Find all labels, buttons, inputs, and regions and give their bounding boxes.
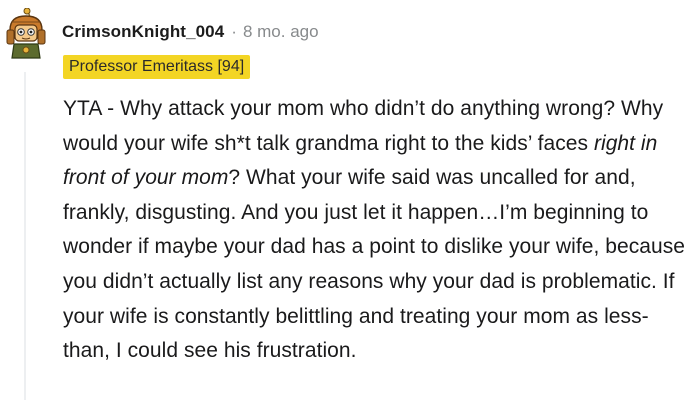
thread-line[interactable] [24,72,26,400]
user-flair: Professor Emeritass [94] [63,55,251,79]
comment-text-end: ? What your wife said was uncalled for a… [63,166,685,363]
username-link[interactable]: CrimsonKnight_004 [62,22,224,42]
comment-body: YTA - Why attack your mom who didn’t do … [63,92,693,369]
comment-text-start: YTA - Why attack your mom who didn’t do … [63,97,664,155]
meta-separator: · [231,22,237,41]
comment-age-link[interactable]: 8 mo. ago [243,22,319,42]
snoo-knight-avatar-icon[interactable] [4,8,48,60]
comment: CrimsonKnight_004 · 8 mo. ago Professor … [0,0,700,400]
comment-paragraph: YTA - Why attack your mom who didn’t do … [63,92,693,369]
comment-meta: CrimsonKnight_004 · 8 mo. ago [62,20,319,44]
